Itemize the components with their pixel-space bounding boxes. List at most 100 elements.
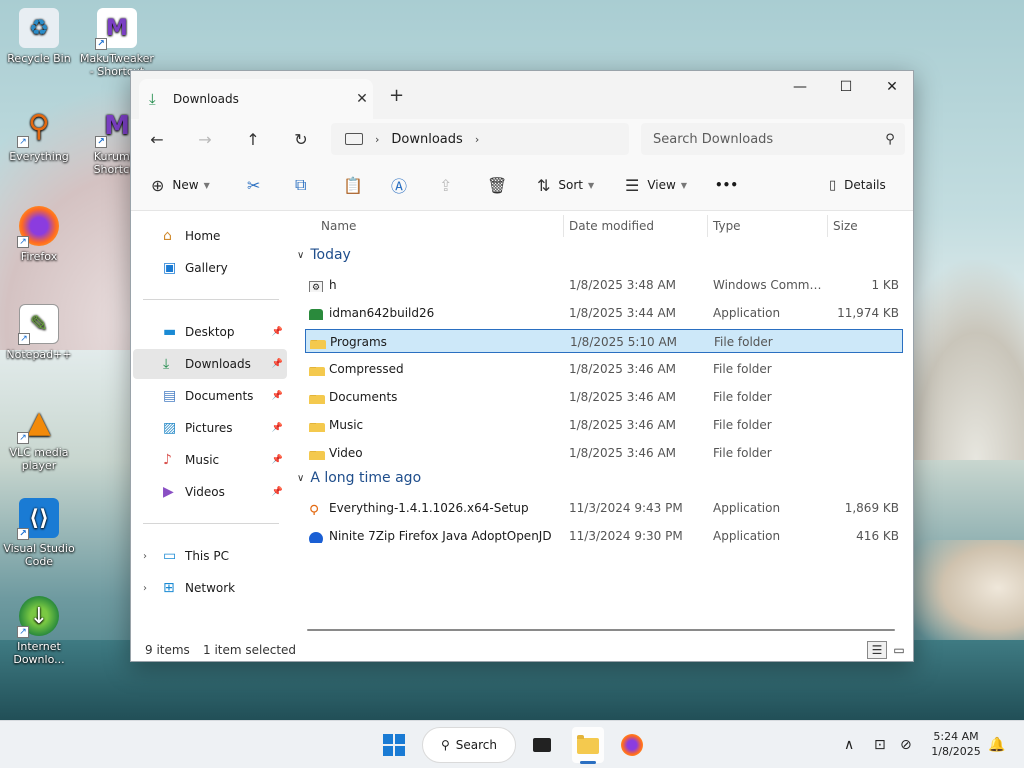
navigation-pane: ⌂ Home ▣ Gallery ▬ Desktop 📌 ⤓ Downloads… (131, 211, 291, 631)
details-view-toggle[interactable]: ☰ (867, 641, 887, 659)
desktop-icon-idm[interactable]: ↓ ↗ Internet Downlo... (0, 596, 78, 666)
chevron-down-icon: ▼ (203, 180, 210, 190)
chevron-right-icon[interactable]: › (375, 133, 379, 146)
file-name: Video (329, 446, 363, 460)
column-size[interactable]: Size (833, 219, 858, 233)
file-type: Application (713, 501, 781, 515)
column-separator (563, 215, 564, 237)
close-button[interactable]: ✕ (869, 71, 915, 103)
sidebar-item-videos[interactable]: ▶ Videos 📌 (133, 477, 287, 507)
sidebar-item-home[interactable]: ⌂ Home (133, 221, 287, 251)
desktop-icon-recycle-bin[interactable]: ♻ Recycle Bin (0, 8, 78, 65)
file-size: 416 KB (856, 529, 899, 543)
pin-icon[interactable]: 📌 (272, 327, 283, 337)
videos-icon: ▶ (163, 484, 174, 500)
table-row[interactable]: Compressed 1/8/2025 3:46 AM File folder (305, 357, 903, 381)
table-row[interactable]: Documents 1/8/2025 3:46 AM File folder (305, 385, 903, 409)
column-name[interactable]: Name (321, 219, 356, 233)
desktop-icon-vscode[interactable]: ⟨⟩ ↗ Visual Studio Code (0, 498, 78, 568)
folder-icon (577, 735, 599, 754)
view-button[interactable]: ☰ View ▼ (625, 171, 687, 199)
pin-icon[interactable]: 📌 (272, 423, 283, 433)
paste-button[interactable]: 📋 (343, 171, 363, 199)
file-date: 1/8/2025 5:10 AM (570, 335, 678, 349)
sidebar-item-desktop[interactable]: ▬ Desktop 📌 (133, 317, 287, 347)
maximize-button[interactable]: ☐ (823, 71, 869, 103)
clock[interactable]: 5:24 AM 1/8/2025 (926, 729, 986, 759)
pin-icon[interactable]: 📌 (272, 359, 283, 369)
search-input[interactable] (653, 131, 875, 147)
new-tab-button[interactable]: + (389, 85, 404, 106)
table-row[interactable]: Programs 1/8/2025 5:10 AM File folder (305, 329, 903, 353)
details-button[interactable]: ▯ Details (829, 171, 886, 199)
address-bar[interactable]: › Downloads › (331, 123, 629, 155)
delete-button[interactable]: 🗑 (487, 171, 507, 199)
file-size: 1 KB (871, 278, 899, 292)
tab-downloads[interactable]: ⤓ Downloads ✕ (139, 79, 373, 119)
copy-button[interactable]: ⧉ (295, 171, 306, 199)
show-hidden-icons-button[interactable]: ∧ (844, 721, 854, 768)
sidebar-item-documents[interactable]: ▤ Documents 📌 (133, 381, 287, 411)
taskbar-search-button[interactable]: ⚲ Search (422, 727, 516, 763)
sidebar-item-pictures[interactable]: ▨ Pictures 📌 (133, 413, 287, 443)
breadcrumb-downloads[interactable]: Downloads (391, 132, 462, 147)
more-options-button[interactable]: ••• (715, 171, 738, 199)
sidebar-item-gallery[interactable]: ▣ Gallery (133, 253, 287, 283)
table-row[interactable]: ⚲ Everything-1.4.1.1026.x64-Setup 11/3/202… (305, 496, 903, 520)
documents-icon: ▤ (163, 388, 177, 404)
expand-chevron-icon[interactable]: › (143, 583, 147, 594)
sidebar-item-music[interactable]: ♪ Music 📌 (133, 445, 287, 475)
file-name: Programs (330, 335, 387, 349)
task-view-button[interactable] (526, 727, 558, 763)
bell-icon: 🔔 (988, 737, 1006, 753)
table-row[interactable]: Video 1/8/2025 3:46 AM File folder (305, 441, 903, 465)
desktop-icon-notepadpp[interactable]: ✎ ↗ Notepad++ (0, 304, 78, 361)
taskbar-firefox[interactable] (616, 727, 648, 763)
notepadpp-icon: ✎ ↗ (18, 304, 59, 345)
chevron-right-icon[interactable]: › (475, 133, 479, 146)
table-row[interactable]: Ninite 7Zip Firefox Java AdoptOpenJDK x.… (305, 524, 903, 548)
sort-icon: ⇅ (537, 175, 551, 195)
notifications-button[interactable]: 🔔 (988, 721, 1005, 768)
group-header-long-ago[interactable]: ∨ A long time ago (297, 470, 421, 486)
pin-icon[interactable]: 📌 (272, 487, 283, 497)
back-button[interactable]: ← (141, 125, 173, 153)
column-date-modified[interactable]: Date modified (569, 219, 654, 233)
trash-icon: 🗑 (487, 175, 508, 195)
sort-button[interactable]: ⇅ Sort ▼ (537, 171, 594, 199)
share-button[interactable]: ⇪ (439, 171, 452, 199)
rename-button[interactable]: Ⓐ (391, 171, 407, 199)
up-button[interactable]: ↑ (237, 125, 269, 153)
pin-icon[interactable]: 📌 (272, 455, 283, 465)
sidebar-item-downloads[interactable]: ⤓ Downloads 📌 (133, 349, 287, 379)
network-status-button[interactable]: ⊡ (874, 721, 886, 768)
column-type[interactable]: Type (713, 219, 741, 233)
tiles-view-toggle[interactable]: ▭ (889, 641, 909, 659)
group-header-today[interactable]: ∨ Today (297, 247, 351, 263)
file-list: Name Date modified Type Size ∨ Today ⚙ h 1… (291, 211, 913, 631)
cut-button[interactable]: ✂ (247, 171, 260, 199)
sidebar-item-network[interactable]: › ⊞ Network (133, 573, 287, 603)
table-row[interactable]: idman642build26 1/8/2025 3:44 AM Applicati… (305, 301, 903, 325)
desktop-icon-everything[interactable]: ⚲ ↗ Everything (0, 106, 78, 163)
minimize-button[interactable]: — (777, 71, 823, 103)
navigation-bar: ← → ↑ ↻ › Downloads › ⚲ (131, 119, 913, 159)
table-row[interactable]: Music 1/8/2025 3:46 AM File folder (305, 413, 903, 437)
download-arrow-icon: ⤓ (149, 90, 156, 108)
horizontal-scrollbar[interactable] (307, 629, 895, 631)
desktop-icon-firefox[interactable]: ↗ Firefox (0, 206, 78, 263)
vscode-icon: ⟨⟩ ↗ (17, 498, 59, 540)
expand-chevron-icon[interactable]: › (143, 551, 147, 562)
start-button[interactable] (378, 727, 410, 763)
table-row[interactable]: ⚙ h 1/8/2025 3:48 AM Windows Comma... 1 KB (305, 273, 903, 297)
forward-button[interactable]: → (189, 125, 221, 153)
taskbar-file-explorer[interactable] (572, 727, 604, 763)
volume-button[interactable]: ⊘ (900, 721, 912, 768)
new-button[interactable]: ⊕ New ▼ (151, 171, 210, 199)
pin-icon[interactable]: 📌 (272, 391, 283, 401)
refresh-button[interactable]: ↻ (285, 125, 317, 153)
desktop-icon-vlc[interactable]: ▲ ↗ VLC media player (0, 402, 78, 472)
desktop-icon-makutweaker[interactable]: M ↗ MakuTweaker - Shortcut (78, 8, 156, 78)
tab-close-icon[interactable]: ✕ (351, 91, 373, 107)
sidebar-item-this-pc[interactable]: › ▭ This PC (133, 541, 287, 571)
